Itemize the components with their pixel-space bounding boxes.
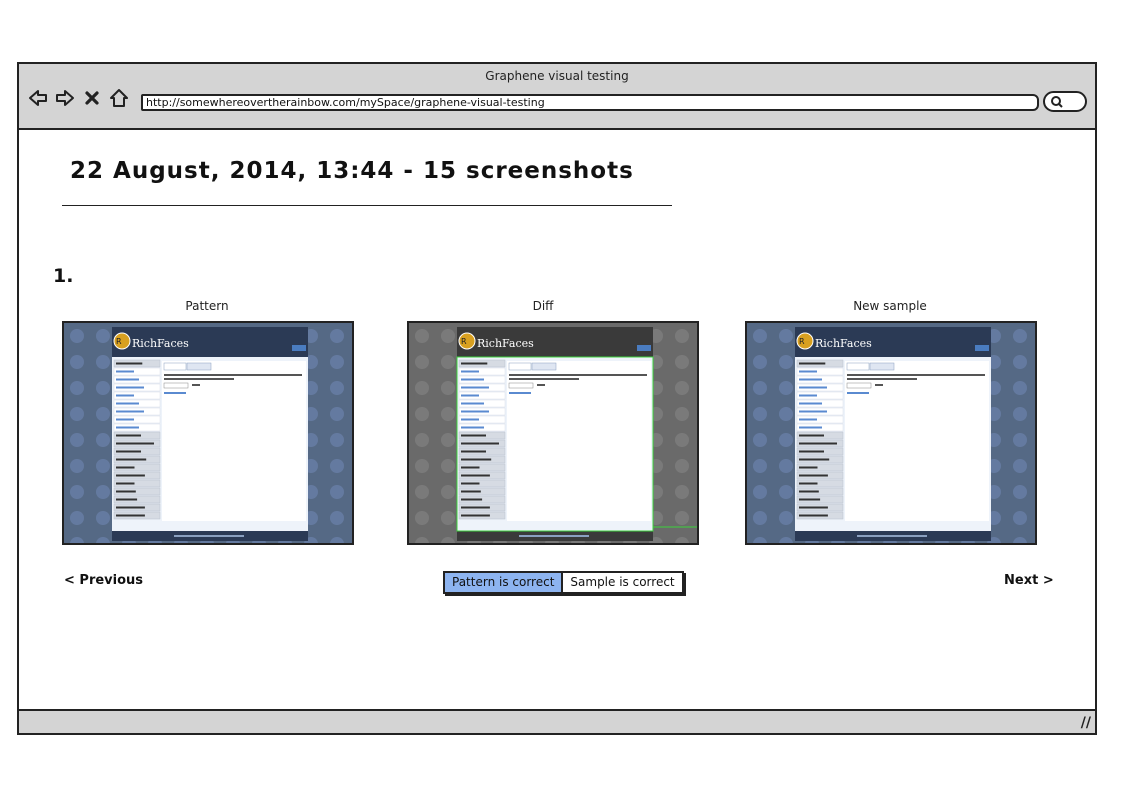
thumb-brand: RichFaces [132,337,189,350]
browser-chrome: Graphene visual testing http://somewhere… [19,64,1095,130]
previous-link[interactable]: < Previous [64,573,143,588]
back-icon[interactable] [27,87,49,109]
new-sample-screenshot[interactable]: R RichFaces [745,321,1037,545]
new-sample-caption: New sample [853,299,927,313]
svg-text:R: R [116,337,122,346]
next-link[interactable]: Next > [1004,573,1054,588]
resize-grip-icon[interactable]: // [1081,715,1091,731]
pattern-caption: Pattern [185,299,229,313]
address-bar[interactable]: http://somewhereovertherainbow.com/mySpa… [141,94,1039,111]
sample-correct-button[interactable]: Sample is correct [561,573,682,592]
close-icon[interactable] [81,87,103,109]
page-title: 22 August, 2014, 13:44 - 15 screenshots [70,158,634,184]
diff-caption: Diff [532,299,554,313]
thumb-brand: RichFaces [477,337,534,350]
pattern-screenshot[interactable]: R RichFaces [62,321,354,545]
home-icon[interactable] [108,87,130,109]
window-title: Graphene visual testing [485,69,629,83]
svg-text:R: R [461,337,467,346]
svg-text:R: R [799,337,805,346]
verdict-button-group: Pattern is correct Sample is correct [443,571,684,594]
thumb-brand: RichFaces [815,337,872,350]
nav-buttons [27,85,130,111]
search-icon [1051,96,1063,108]
search-button[interactable] [1043,91,1087,112]
item-number: 1. [53,265,74,287]
title-divider [62,205,672,206]
forward-icon[interactable] [54,87,76,109]
pattern-correct-button[interactable]: Pattern is correct [445,573,562,592]
diff-screenshot[interactable]: R RichFaces [407,321,699,545]
status-bar: // [19,709,1095,733]
